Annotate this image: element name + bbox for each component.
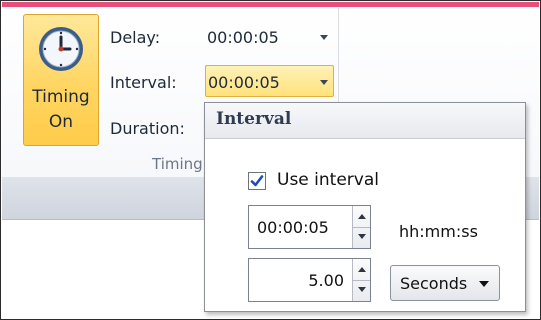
use-interval-checkbox[interactable] bbox=[248, 172, 266, 190]
interval-value: 00:00:05 bbox=[208, 73, 280, 92]
delay-label: Delay: bbox=[110, 28, 161, 47]
delay-value[interactable]: 00:00:05 bbox=[207, 28, 279, 47]
spin-down-icon[interactable] bbox=[358, 287, 366, 292]
ribbon-group-label: Timing bbox=[152, 155, 203, 173]
time-format-label: hh:mm:ss bbox=[399, 222, 478, 241]
interval-time-spinner[interactable]: 00:00:05 bbox=[248, 205, 371, 249]
duration-label: Duration: bbox=[110, 119, 185, 138]
interval-label: Interval: bbox=[110, 73, 177, 92]
popup-title: Interval bbox=[216, 109, 292, 129]
interval-dropdown-arrow-icon bbox=[320, 80, 328, 85]
chevron-down-icon bbox=[479, 281, 489, 287]
use-interval-label: Use interval bbox=[277, 170, 379, 190]
ribbon-accent-bar bbox=[2, 2, 539, 7]
clock-icon bbox=[39, 27, 83, 71]
window-frame: Timing On Delay: 00:00:05 Interval: 00:0… bbox=[0, 0, 541, 320]
interval-time-value: 00:00:05 bbox=[257, 218, 329, 237]
spin-up-icon[interactable] bbox=[358, 214, 366, 219]
timing-on-button[interactable]: Timing On bbox=[23, 14, 99, 146]
spin-up-icon[interactable] bbox=[358, 267, 366, 272]
unit-dropdown-value: Seconds bbox=[400, 274, 468, 293]
popup-header: Interval bbox=[205, 103, 525, 139]
check-icon bbox=[250, 175, 264, 187]
spin-down-icon[interactable] bbox=[358, 234, 366, 239]
interval-number-spinner[interactable]: 5.00 bbox=[248, 258, 371, 302]
time-spin-buttons bbox=[352, 206, 370, 248]
timing-on-label: Timing On bbox=[24, 85, 98, 135]
interval-dropdown[interactable]: 00:00:05 bbox=[205, 65, 334, 97]
unit-dropdown[interactable]: Seconds bbox=[390, 265, 500, 301]
timing-label-line1: Timing bbox=[32, 87, 90, 107]
delay-dropdown-arrow-icon[interactable] bbox=[320, 35, 328, 40]
number-spin-buttons bbox=[352, 259, 370, 301]
interval-popup: Interval Use interval 00:00:05 hh:mm:ss … bbox=[204, 102, 526, 312]
interval-number-value: 5.00 bbox=[308, 271, 344, 290]
timing-label-line2: On bbox=[48, 112, 74, 132]
